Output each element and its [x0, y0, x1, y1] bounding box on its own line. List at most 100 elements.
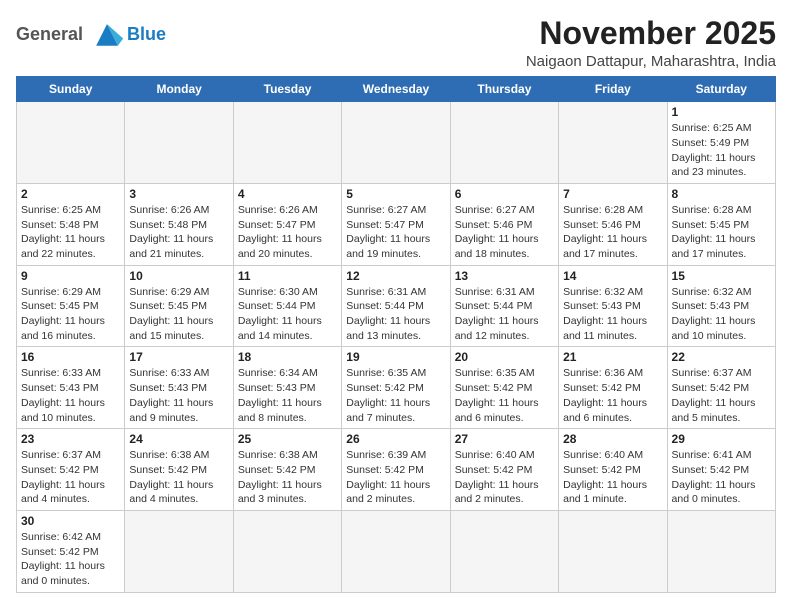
day-number: 10	[129, 269, 228, 283]
logo: General Blue	[16, 16, 166, 48]
calendar-day-cell	[450, 102, 558, 184]
day-info: Sunrise: 6:35 AM Sunset: 5:42 PM Dayligh…	[346, 366, 445, 425]
calendar-day-cell	[559, 510, 667, 592]
calendar-day-cell	[342, 510, 450, 592]
calendar-day-cell: 2 Sunrise: 6:25 AM Sunset: 5:48 PM Daylig…	[17, 183, 125, 265]
day-number: 27	[455, 432, 554, 446]
day-info: Sunrise: 6:25 AM Sunset: 5:48 PM Dayligh…	[21, 203, 120, 262]
day-info: Sunrise: 6:32 AM Sunset: 5:43 PM Dayligh…	[563, 285, 662, 344]
calendar-day-cell: 3 Sunrise: 6:26 AM Sunset: 5:48 PM Daylig…	[125, 183, 233, 265]
day-number: 25	[238, 432, 337, 446]
day-info: Sunrise: 6:35 AM Sunset: 5:42 PM Dayligh…	[455, 366, 554, 425]
calendar-day-cell: 21 Sunrise: 6:36 AM Sunset: 5:42 PM Dayli…	[559, 347, 667, 429]
day-number: 17	[129, 350, 228, 364]
day-number: 23	[21, 432, 120, 446]
day-info: Sunrise: 6:38 AM Sunset: 5:42 PM Dayligh…	[238, 448, 337, 507]
calendar-day-cell: 27Sunrise: 6:40 AM Sunset: 5:42 PM Dayli…	[450, 429, 558, 511]
calendar-day-cell: 14 Sunrise: 6:32 AM Sunset: 5:43 PM Dayli…	[559, 265, 667, 347]
title-area: November 2025 Naigaon Dattapur, Maharash…	[526, 16, 776, 70]
day-number: 4	[238, 187, 337, 201]
calendar-day-cell: 4 Sunrise: 6:26 AM Sunset: 5:47 PM Daylig…	[233, 183, 341, 265]
calendar-day-cell: 29Sunrise: 6:41 AM Sunset: 5:42 PM Dayli…	[667, 429, 775, 511]
main-title: November 2025	[526, 16, 776, 51]
day-info: Sunrise: 6:31 AM Sunset: 5:44 PM Dayligh…	[346, 285, 445, 344]
calendar-day-cell	[667, 510, 775, 592]
calendar-week-row: 2 Sunrise: 6:25 AM Sunset: 5:48 PM Daylig…	[17, 183, 776, 265]
day-info: Sunrise: 6:30 AM Sunset: 5:44 PM Dayligh…	[238, 285, 337, 344]
day-info: Sunrise: 6:36 AM Sunset: 5:42 PM Dayligh…	[563, 366, 662, 425]
calendar-week-row: 23 Sunrise: 6:37 AM Sunset: 5:42 PM Dayli…	[17, 429, 776, 511]
calendar-day-cell: 26 Sunrise: 6:39 AM Sunset: 5:42 PM Dayli…	[342, 429, 450, 511]
day-info: Sunrise: 6:25 AM Sunset: 5:49 PM Dayligh…	[672, 121, 771, 180]
day-number: 21	[563, 350, 662, 364]
logo-icon	[89, 20, 125, 48]
calendar-day-cell	[125, 510, 233, 592]
calendar: SundayMondayTuesdayWednesdayThursdayFrid…	[16, 76, 776, 593]
day-info: Sunrise: 6:28 AM Sunset: 5:46 PM Dayligh…	[563, 203, 662, 262]
day-info: Sunrise: 6:33 AM Sunset: 5:43 PM Dayligh…	[129, 366, 228, 425]
day-number: 29	[672, 432, 771, 446]
day-number: 22	[672, 350, 771, 364]
calendar-day-cell: 5Sunrise: 6:27 AM Sunset: 5:47 PM Daylig…	[342, 183, 450, 265]
day-number: 30	[21, 514, 120, 528]
calendar-week-row: 16 Sunrise: 6:33 AM Sunset: 5:43 PM Dayli…	[17, 347, 776, 429]
day-number: 3	[129, 187, 228, 201]
day-info: Sunrise: 6:37 AM Sunset: 5:42 PM Dayligh…	[21, 448, 120, 507]
calendar-day-cell	[125, 102, 233, 184]
day-number: 18	[238, 350, 337, 364]
weekday-header-row: SundayMondayTuesdayWednesdayThursdayFrid…	[17, 77, 776, 102]
sub-title: Naigaon Dattapur, Maharashtra, India	[526, 53, 776, 70]
day-info: Sunrise: 6:40 AM Sunset: 5:42 PM Dayligh…	[563, 448, 662, 507]
calendar-day-cell: 18 Sunrise: 6:34 AM Sunset: 5:43 PM Dayli…	[233, 347, 341, 429]
calendar-day-cell: 7 Sunrise: 6:28 AM Sunset: 5:46 PM Daylig…	[559, 183, 667, 265]
calendar-day-cell: 30Sunrise: 6:42 AM Sunset: 5:42 PM Dayli…	[17, 510, 125, 592]
calendar-week-row: 9Sunrise: 6:29 AM Sunset: 5:45 PM Daylig…	[17, 265, 776, 347]
day-info: Sunrise: 6:39 AM Sunset: 5:42 PM Dayligh…	[346, 448, 445, 507]
calendar-day-cell: 25 Sunrise: 6:38 AM Sunset: 5:42 PM Dayli…	[233, 429, 341, 511]
weekday-header-cell: Tuesday	[233, 77, 341, 102]
weekday-header-cell: Sunday	[17, 77, 125, 102]
day-number: 5	[346, 187, 445, 201]
day-number: 15	[672, 269, 771, 283]
calendar-day-cell: 20Sunrise: 6:35 AM Sunset: 5:42 PM Dayli…	[450, 347, 558, 429]
calendar-day-cell: 19 Sunrise: 6:35 AM Sunset: 5:42 PM Dayli…	[342, 347, 450, 429]
day-number: 13	[455, 269, 554, 283]
weekday-header-cell: Monday	[125, 77, 233, 102]
calendar-day-cell: 12Sunrise: 6:31 AM Sunset: 5:44 PM Dayli…	[342, 265, 450, 347]
day-number: 19	[346, 350, 445, 364]
calendar-day-cell: 15Sunrise: 6:32 AM Sunset: 5:43 PM Dayli…	[667, 265, 775, 347]
day-number: 14	[563, 269, 662, 283]
header: General Blue November 2025 Naigaon Datta…	[16, 16, 776, 70]
calendar-day-cell: 10 Sunrise: 6:29 AM Sunset: 5:45 PM Dayli…	[125, 265, 233, 347]
day-info: Sunrise: 6:27 AM Sunset: 5:46 PM Dayligh…	[455, 203, 554, 262]
day-info: Sunrise: 6:34 AM Sunset: 5:43 PM Dayligh…	[238, 366, 337, 425]
day-info: Sunrise: 6:26 AM Sunset: 5:47 PM Dayligh…	[238, 203, 337, 262]
day-number: 2	[21, 187, 120, 201]
calendar-day-cell: 13 Sunrise: 6:31 AM Sunset: 5:44 PM Dayli…	[450, 265, 558, 347]
weekday-header-cell: Wednesday	[342, 77, 450, 102]
day-number: 7	[563, 187, 662, 201]
day-number: 1	[672, 105, 771, 119]
day-info: Sunrise: 6:26 AM Sunset: 5:48 PM Dayligh…	[129, 203, 228, 262]
calendar-day-cell	[450, 510, 558, 592]
day-number: 8	[672, 187, 771, 201]
calendar-day-cell: 22 Sunrise: 6:37 AM Sunset: 5:42 PM Dayli…	[667, 347, 775, 429]
day-info: Sunrise: 6:31 AM Sunset: 5:44 PM Dayligh…	[455, 285, 554, 344]
day-number: 11	[238, 269, 337, 283]
logo-blue: Blue	[127, 24, 166, 45]
day-number: 26	[346, 432, 445, 446]
day-info: Sunrise: 6:37 AM Sunset: 5:42 PM Dayligh…	[672, 366, 771, 425]
day-number: 6	[455, 187, 554, 201]
day-number: 16	[21, 350, 120, 364]
calendar-day-cell: 11 Sunrise: 6:30 AM Sunset: 5:44 PM Dayli…	[233, 265, 341, 347]
calendar-day-cell	[233, 510, 341, 592]
day-info: Sunrise: 6:33 AM Sunset: 5:43 PM Dayligh…	[21, 366, 120, 425]
calendar-day-cell	[342, 102, 450, 184]
calendar-day-cell	[233, 102, 341, 184]
weekday-header-cell: Thursday	[450, 77, 558, 102]
calendar-day-cell: 23 Sunrise: 6:37 AM Sunset: 5:42 PM Dayli…	[17, 429, 125, 511]
logo-general: General	[16, 24, 83, 45]
weekday-header-cell: Saturday	[667, 77, 775, 102]
day-info: Sunrise: 6:29 AM Sunset: 5:45 PM Dayligh…	[129, 285, 228, 344]
day-number: 28	[563, 432, 662, 446]
